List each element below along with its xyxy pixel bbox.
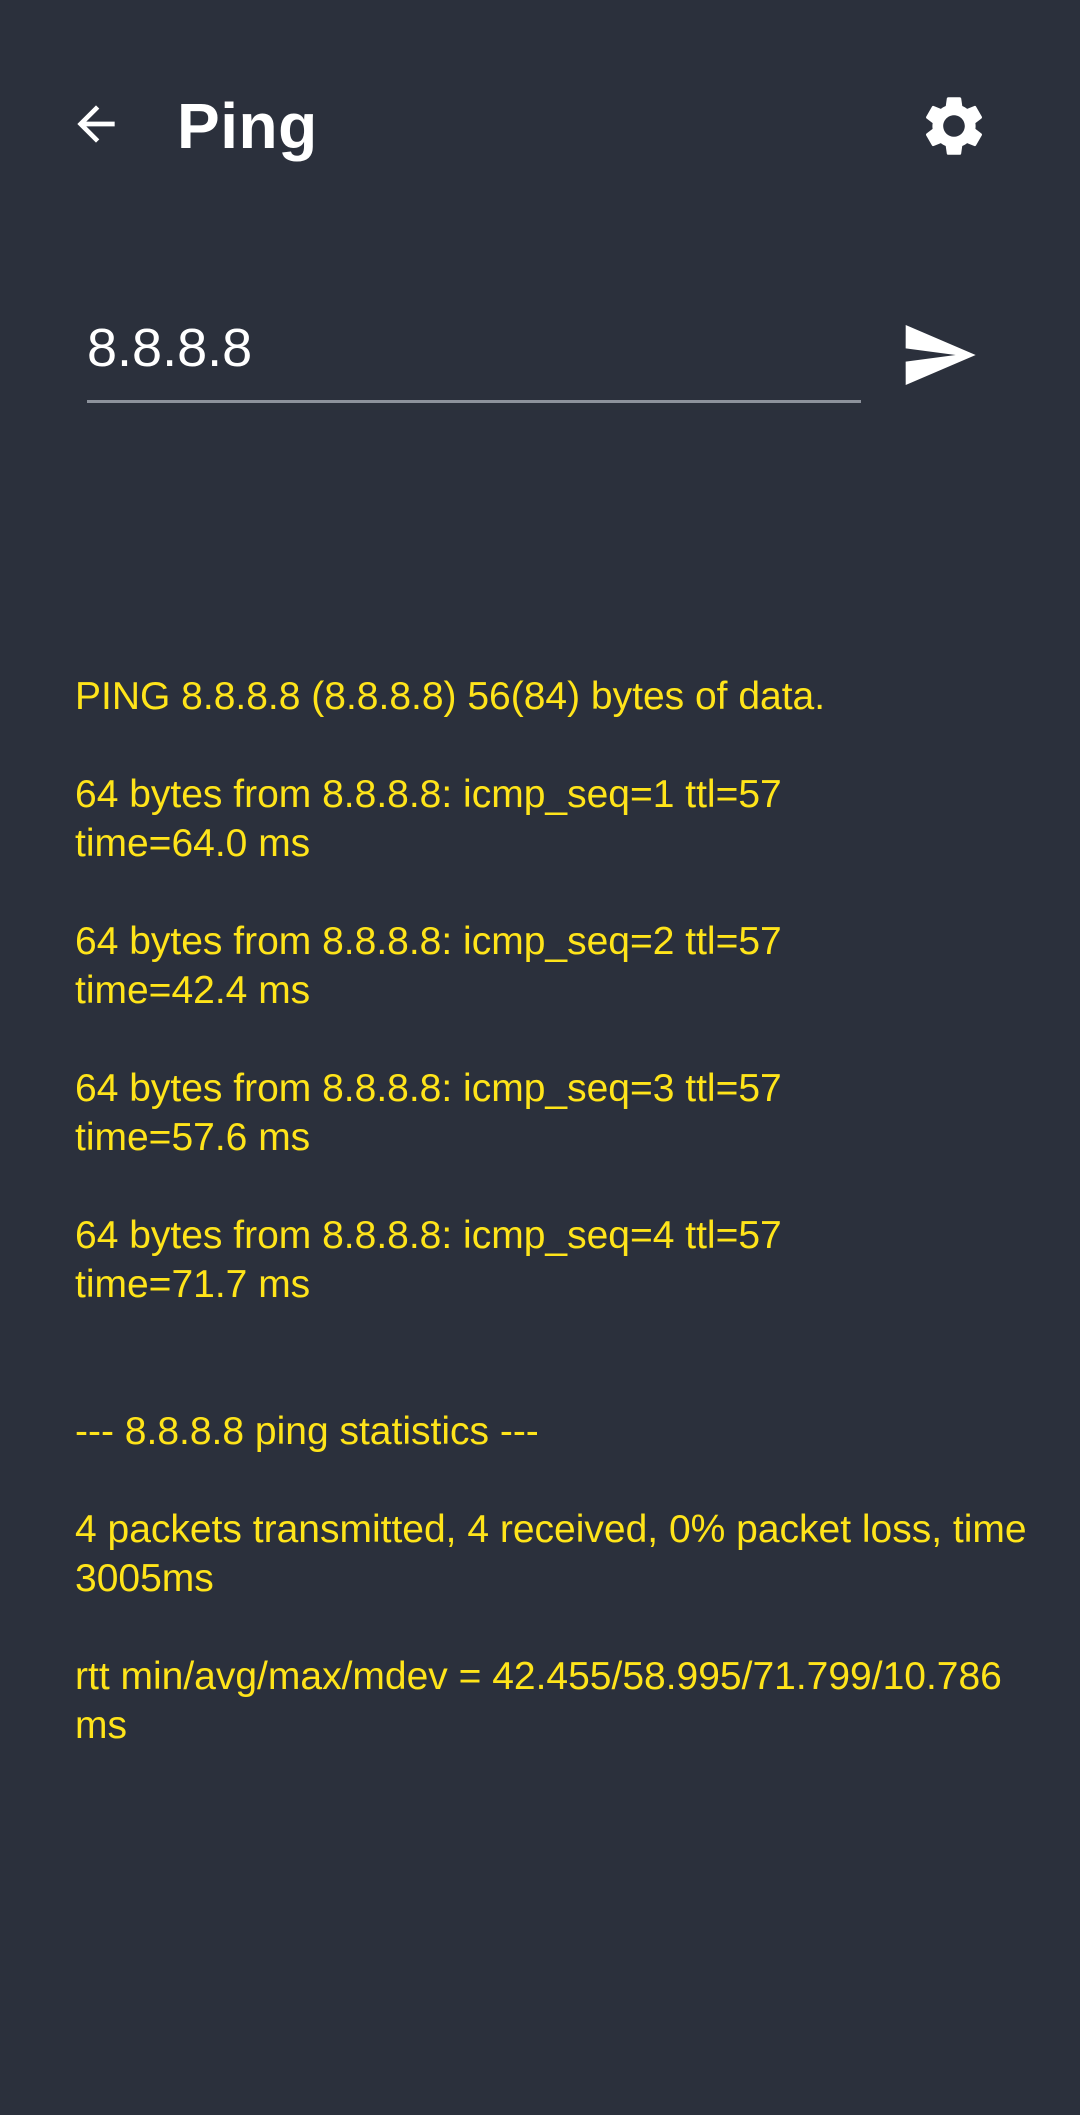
ping-stats-summary: 4 packets transmitted, 4 received, 0% pa…	[75, 1508, 1038, 1600]
page-title: Ping	[177, 90, 318, 162]
send-button[interactable]	[884, 305, 994, 405]
send-icon	[905, 325, 976, 385]
back-button[interactable]	[48, 76, 144, 172]
ping-reply-line: 64 bytes from 8.8.8.8: icmp_seq=2 ttl=57…	[75, 920, 793, 1012]
host-input[interactable]	[87, 310, 861, 400]
ping-reply-line: 64 bytes from 8.8.8.8: icmp_seq=1 ttl=57…	[75, 773, 793, 865]
ping-header-line: PING 8.8.8.8 (8.8.8.8) 56(84) bytes of d…	[75, 675, 826, 718]
gear-icon	[925, 97, 983, 155]
settings-button[interactable]	[906, 78, 1002, 174]
host-field	[87, 310, 861, 403]
app-bar: Ping	[0, 0, 1080, 252]
ping-rtt-line: rtt min/avg/max/mdev = 42.455/58.995/71.…	[75, 1655, 1013, 1747]
ping-reply-line: 64 bytes from 8.8.8.8: icmp_seq=4 ttl=57…	[75, 1214, 793, 1306]
arrow-back-icon	[77, 105, 115, 143]
ping-stats-header: --- 8.8.8.8 ping statistics ---	[75, 1410, 539, 1453]
ping-output: PING 8.8.8.8 (8.8.8.8) 56(84) bytes of d…	[75, 672, 1035, 1799]
ping-reply-line: 64 bytes from 8.8.8.8: icmp_seq=3 ttl=57…	[75, 1067, 793, 1159]
